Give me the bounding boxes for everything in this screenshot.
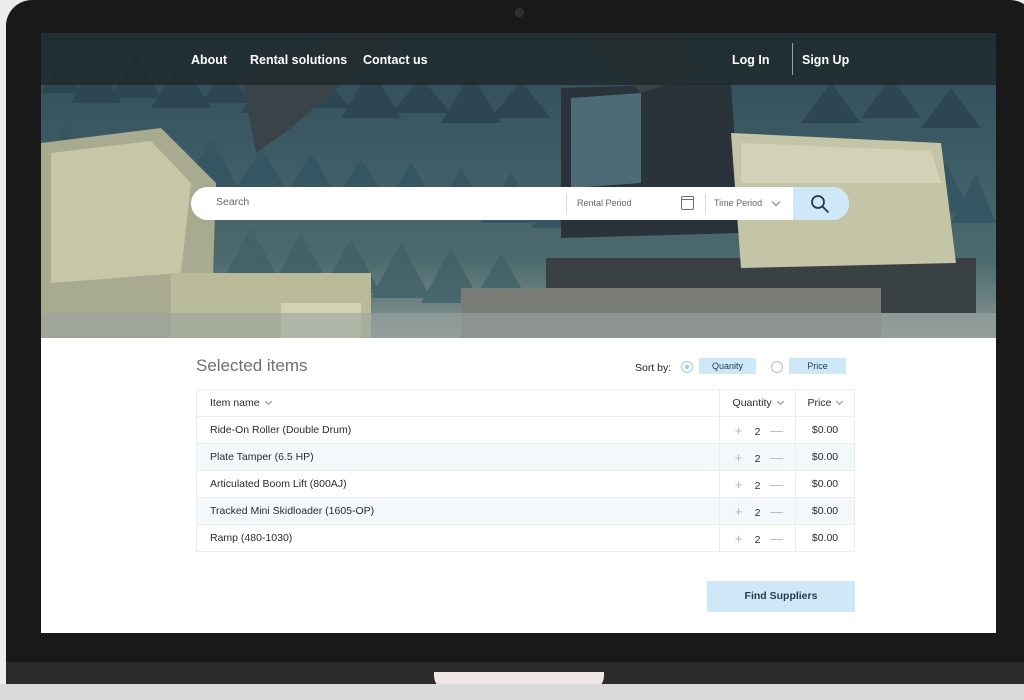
- table-row: Ramp (480-1030) +2 — $0.00: [195, 524, 855, 552]
- quantity-stepper: +2 —: [719, 524, 797, 552]
- sort-label: Sort by:: [635, 362, 672, 374]
- minus-icon[interactable]: —: [768, 531, 786, 546]
- item-name: Plate Tamper (6.5 HP): [195, 443, 721, 471]
- hero-banner: About Rental solutions Contact us Log In…: [41, 33, 996, 338]
- search-divider: [705, 194, 706, 213]
- quantity-value: 2: [754, 533, 761, 546]
- chevron-down-icon[interactable]: [771, 197, 781, 207]
- webcam: [515, 8, 524, 17]
- quantity-value: 2: [754, 506, 761, 519]
- item-price: $0.00: [795, 524, 855, 552]
- quantity-value: 2: [754, 479, 761, 492]
- rental-period-field[interactable]: Rental Period: [577, 198, 632, 208]
- page-title: Selected items: [196, 356, 308, 375]
- column-header-item-name[interactable]: Item name: [195, 389, 721, 417]
- nav-about[interactable]: About: [191, 53, 227, 67]
- column-header-quantity[interactable]: Quantity: [719, 389, 797, 417]
- table-row: Tracked Mini Skidloader (1605-OP) +2 — $0…: [195, 497, 855, 525]
- item-name: Ramp (480-1030): [195, 524, 721, 552]
- sort-price-chip[interactable]: Price: [789, 358, 846, 374]
- login-link[interactable]: Log In: [732, 53, 770, 67]
- item-name: Ride-On Roller (Double Drum): [195, 416, 721, 444]
- table-row: Plate Tamper (6.5 HP) +2 — $0.00: [195, 443, 855, 471]
- nav-rental-solutions[interactable]: Rental solutions: [250, 53, 347, 67]
- quantity-stepper: +2 —: [719, 416, 797, 444]
- item-price: $0.00: [795, 470, 855, 498]
- nav-contact[interactable]: Contact us: [363, 53, 428, 67]
- plus-icon[interactable]: +: [730, 477, 748, 492]
- selected-items-table: Item name Quantity Price Ride-On Roller …: [195, 389, 855, 552]
- sort-quantity-chip[interactable]: Quanity: [699, 358, 756, 374]
- minus-icon[interactable]: —: [768, 477, 786, 492]
- time-period-select[interactable]: Time Period: [714, 198, 762, 208]
- nav-divider: [792, 43, 793, 75]
- plus-icon[interactable]: +: [730, 423, 748, 438]
- minus-icon[interactable]: —: [768, 504, 786, 519]
- item-price: $0.00: [795, 443, 855, 471]
- item-price: $0.00: [795, 416, 855, 444]
- plus-icon[interactable]: +: [730, 450, 748, 465]
- chevron-down-icon: [776, 397, 784, 406]
- sort-price-radio[interactable]: [771, 361, 783, 373]
- item-name: Articulated Boom Lift (800AJ): [195, 470, 721, 498]
- plus-icon[interactable]: +: [730, 531, 748, 546]
- quantity-value: 2: [754, 425, 761, 438]
- minus-icon[interactable]: —: [768, 423, 786, 438]
- quantity-stepper: +2 —: [719, 443, 797, 471]
- column-header-price[interactable]: Price: [795, 389, 855, 417]
- item-price: $0.00: [795, 497, 855, 525]
- minus-icon[interactable]: —: [768, 450, 786, 465]
- find-suppliers-button[interactable]: Find Suppliers: [707, 581, 855, 612]
- table-row: Ride-On Roller (Double Drum) +2 — $0.00: [195, 416, 855, 444]
- calendar-icon[interactable]: [681, 196, 694, 210]
- item-name: Tracked Mini Skidloader (1605-OP): [195, 497, 721, 525]
- table-row: Articulated Boom Lift (800AJ) +2 — $0.00: [195, 470, 855, 498]
- table-header-row: Item name Quantity Price: [195, 389, 855, 417]
- search-icon: [811, 195, 829, 213]
- signup-link[interactable]: Sign Up: [802, 53, 849, 67]
- search-divider: [566, 194, 567, 213]
- search-bar: Rental Period Time Period: [191, 187, 849, 220]
- quantity-stepper: +2 —: [719, 497, 797, 525]
- plus-icon[interactable]: +: [730, 504, 748, 519]
- quantity-value: 2: [754, 452, 761, 465]
- sort-quantity-radio[interactable]: [681, 361, 693, 373]
- search-input[interactable]: [216, 196, 566, 208]
- screen: About Rental solutions Contact us Log In…: [41, 33, 996, 633]
- quantity-stepper: +2 —: [719, 470, 797, 498]
- chevron-down-icon: [836, 397, 844, 406]
- chevron-down-icon: [264, 397, 272, 406]
- top-nav: About Rental solutions Contact us Log In…: [41, 33, 996, 85]
- search-button[interactable]: [793, 187, 849, 220]
- laptop-base: [0, 684, 1024, 700]
